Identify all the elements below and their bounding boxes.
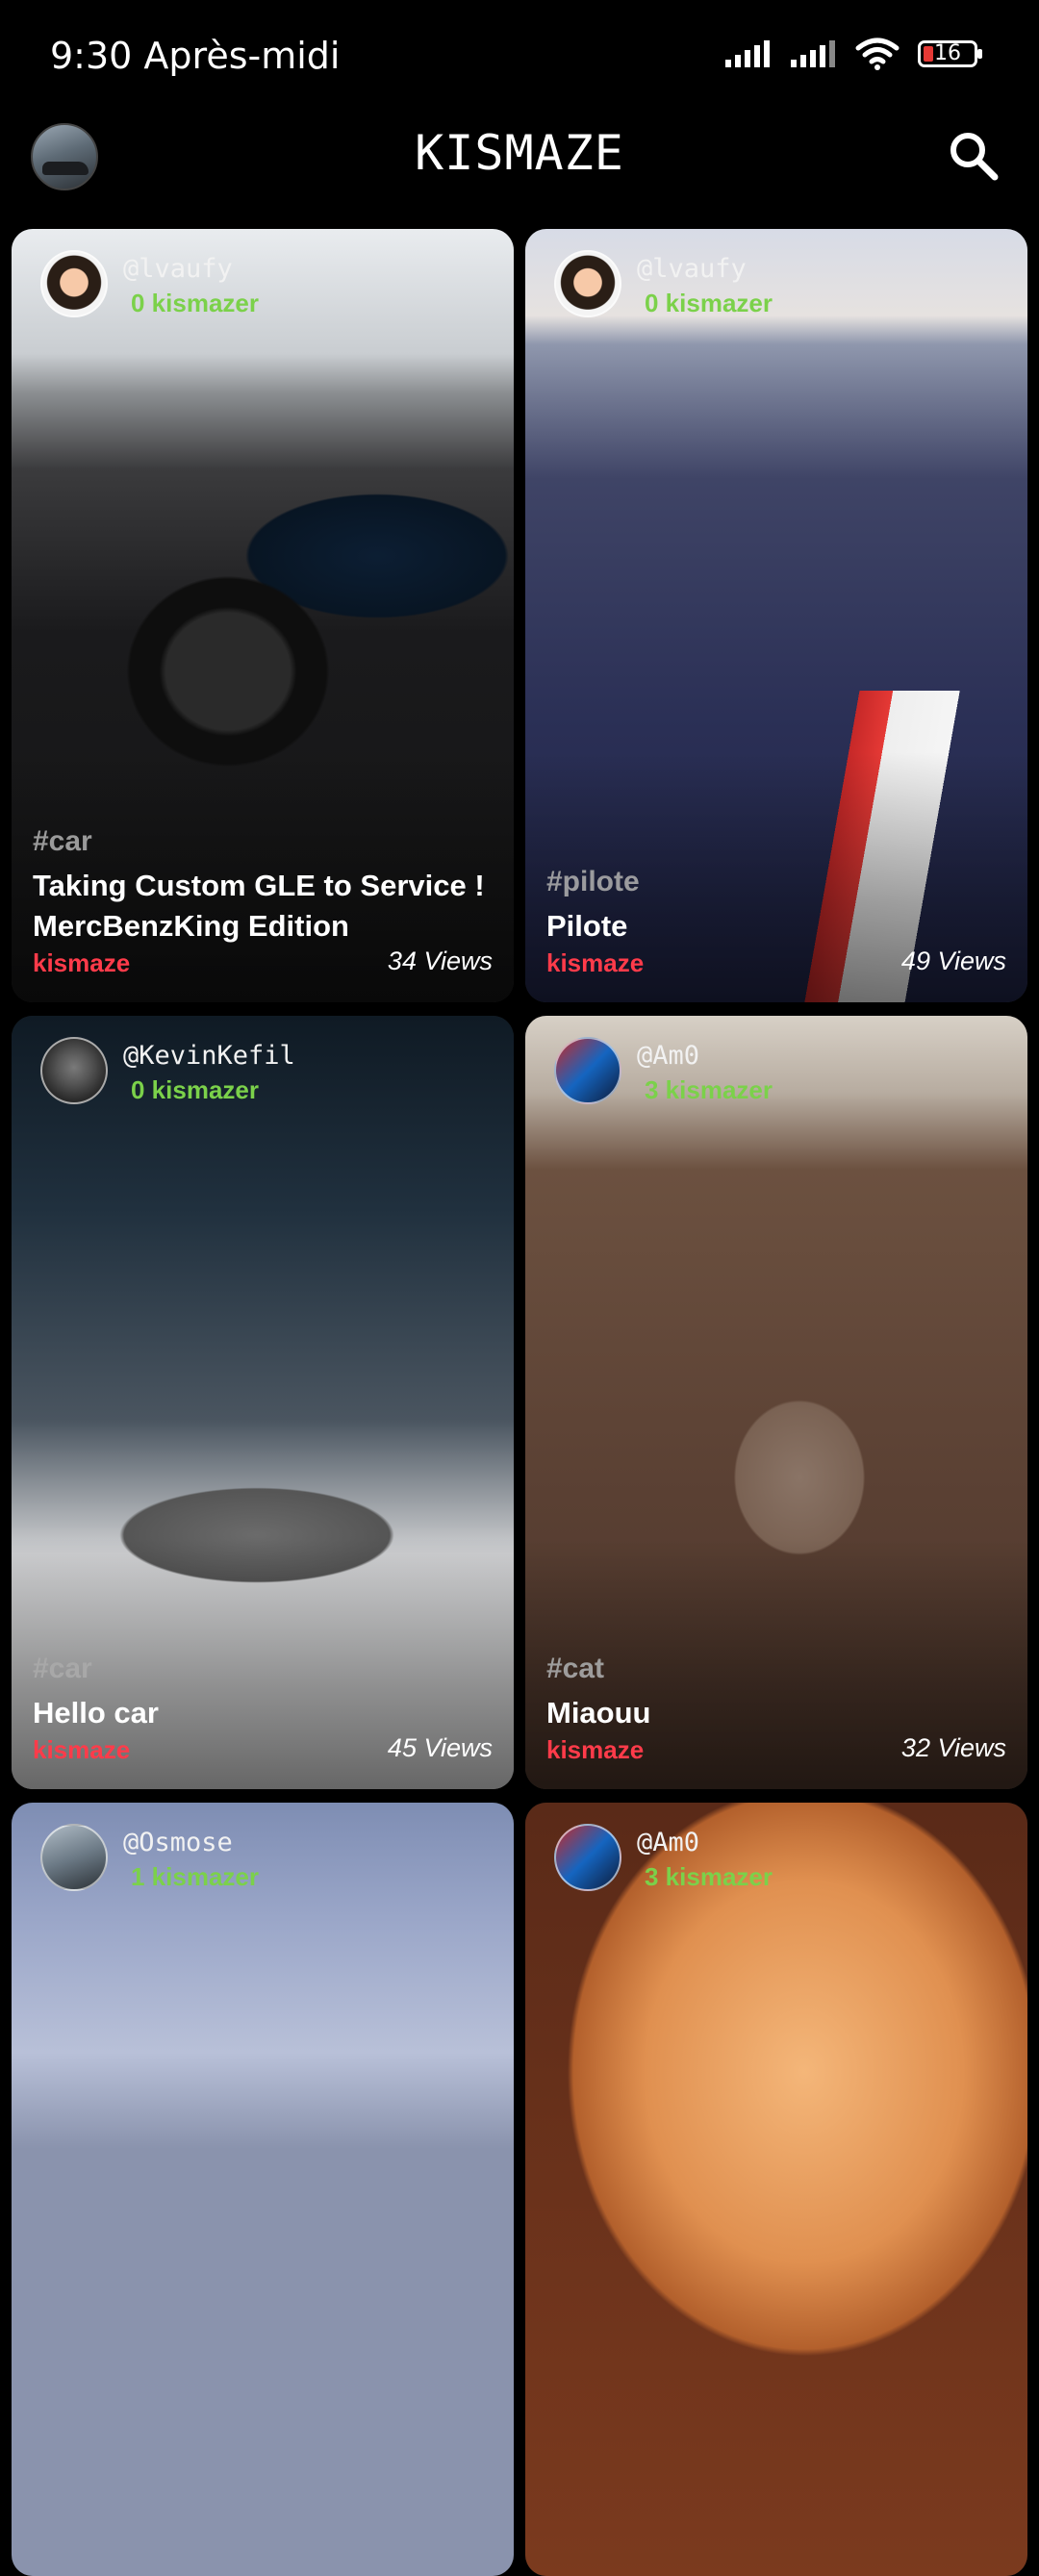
author-name[interactable]: @Osmose bbox=[123, 1828, 233, 1857]
search-icon[interactable] bbox=[945, 127, 1002, 185]
app-header: KISMAZE bbox=[0, 115, 1039, 229]
author-avatar[interactable] bbox=[554, 250, 621, 317]
author-avatar[interactable] bbox=[554, 1824, 621, 1891]
signal-icon bbox=[725, 40, 770, 67]
author-name[interactable]: @KevinKefil bbox=[123, 1041, 295, 1071]
video-card[interactable]: @Am0 3 kismazer bbox=[525, 1803, 1027, 2576]
author-avatar[interactable] bbox=[40, 1037, 108, 1104]
video-source: kismaze bbox=[33, 1735, 131, 1764]
video-thumbnail bbox=[525, 1803, 1027, 2576]
video-title: Miaouu bbox=[546, 1696, 651, 1730]
video-views: 34 Views bbox=[387, 947, 493, 975]
video-card[interactable]: @KevinKefil 0 kismazer #car Hello car ki… bbox=[12, 1016, 514, 1789]
author-points: 0 kismazer bbox=[131, 289, 259, 317]
author-name[interactable]: @Am0 bbox=[637, 1041, 699, 1071]
video-source: kismaze bbox=[546, 1735, 645, 1764]
author-avatar[interactable] bbox=[554, 1037, 621, 1104]
author-points: 0 kismazer bbox=[131, 1075, 259, 1104]
status-time: 9:30 Après-midi bbox=[50, 35, 341, 77]
wifi-icon bbox=[855, 38, 900, 70]
battery-text: 16 bbox=[934, 41, 961, 65]
video-tag[interactable]: #car bbox=[33, 825, 92, 858]
author-points: 0 kismazer bbox=[645, 289, 773, 317]
author-points: 1 kismazer bbox=[131, 1862, 259, 1891]
video-views: 49 Views bbox=[900, 947, 1006, 975]
video-title: Pilote bbox=[546, 909, 628, 943]
app-title: KISMAZE bbox=[415, 125, 624, 181]
video-source: kismaze bbox=[33, 948, 131, 977]
author-name[interactable]: @lvaufy bbox=[123, 254, 233, 284]
video-thumbnail bbox=[12, 1803, 514, 2576]
video-views: 32 Views bbox=[900, 1733, 1006, 1762]
video-source: kismaze bbox=[546, 948, 645, 977]
video-card[interactable]: @lvaufy 0 kismazer #car Taking Custom GL… bbox=[12, 229, 514, 1002]
author-name[interactable]: @Am0 bbox=[637, 1828, 699, 1857]
video-tag[interactable]: #cat bbox=[546, 1653, 604, 1685]
author-points: 3 kismazer bbox=[645, 1075, 773, 1104]
video-card[interactable]: @Am0 3 kismazer #cat Miaouu kismaze 32 V… bbox=[525, 1016, 1027, 1789]
video-title: Hello car bbox=[33, 1696, 159, 1730]
author-avatar[interactable] bbox=[40, 1824, 108, 1891]
video-tag[interactable]: #car bbox=[33, 1653, 92, 1685]
author-avatar[interactable] bbox=[40, 250, 108, 317]
signal-icon bbox=[791, 40, 835, 67]
status-bar: 9:30 Après-midi 16 bbox=[0, 0, 1039, 115]
video-tag[interactable]: #pilote bbox=[546, 866, 640, 898]
video-views: 45 Views bbox=[387, 1733, 493, 1762]
video-title: Taking Custom GLE to Service ! MercBenzK… bbox=[33, 869, 485, 943]
battery-icon: 16 bbox=[918, 40, 982, 67]
author-points: 3 kismazer bbox=[645, 1862, 773, 1891]
video-card[interactable]: @Osmose 1 kismazer bbox=[12, 1803, 514, 2576]
video-card[interactable]: @lvaufy 0 kismazer #pilote Pilote kismaz… bbox=[525, 229, 1027, 1002]
status-icons: 16 bbox=[723, 37, 982, 71]
author-name[interactable]: @lvaufy bbox=[637, 254, 747, 284]
